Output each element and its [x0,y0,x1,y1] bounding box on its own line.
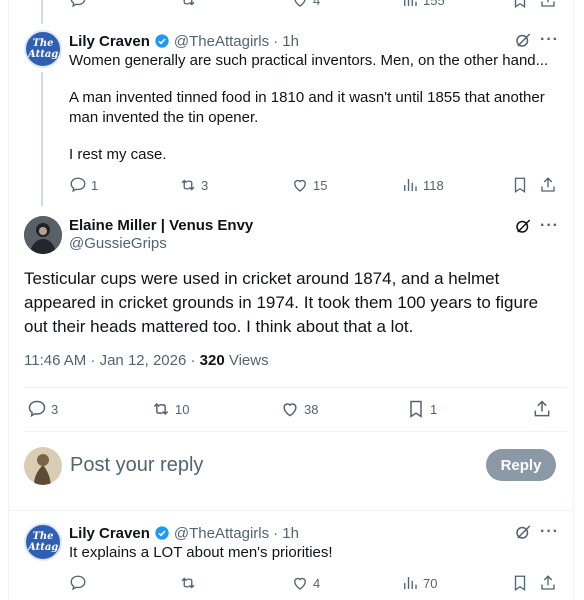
heart-icon [283,403,297,417]
more-options-icon[interactable]: ··· [540,31,559,49]
post-text: A man invented tinned food in 1810 and i… [69,89,545,126]
post-text: It explains a LOT about men's priorities… [69,544,333,561]
top-bookmark-button[interactable] [511,0,533,9]
thread-line [41,0,43,24]
repost-icon [181,179,195,191]
divider [8,510,574,511]
views-count: 320 [199,352,225,369]
like-button[interactable]: 15 [291,176,327,194]
top-reply-button[interactable] [69,0,91,9]
post-text: Women generally are such practical inven… [69,52,549,69]
author-handle[interactable]: @TheAttagirls [174,525,269,542]
top-action-bar: 4 155 [69,0,557,9]
post-timestamp: 11:46 AM · Jan 12, 2026 · 320 Views [24,352,269,369]
reply1-body: Women generally are such practical inven… [69,51,559,165]
share-icon [534,400,550,417]
reply-button[interactable]: 3 [27,399,58,419]
thread-line [41,72,43,206]
avatar[interactable] [24,216,62,254]
grok-icon [516,33,531,47]
top-views-button[interactable]: 155 [401,0,445,9]
repost-icon [183,0,195,6]
top-repost-button[interactable] [179,0,201,9]
repost-icon [181,577,195,589]
like-button[interactable]: 4 [291,574,320,592]
share-button[interactable] [539,574,561,592]
reply-button[interactable]: 1 [69,176,98,194]
heart-icon [294,179,306,192]
repost-button[interactable]: 3 [179,176,208,194]
reply-button[interactable] [69,574,91,592]
post-time[interactable]: · 1h [273,525,299,542]
share-button[interactable] [532,399,556,419]
bookmark-icon [514,0,526,9]
views-button[interactable]: 70 [401,574,437,592]
reply-icon [70,0,86,8]
author-handle[interactable]: @TheAttagirls [174,33,269,50]
heart-icon [294,577,306,590]
bookmark-button[interactable]: 1 [406,399,437,419]
reply1-actions: 1 3 15 118 [69,176,557,196]
verified-badge-icon [155,34,169,48]
share-icon [541,575,555,590]
grok-icon [516,219,531,233]
bookmark-icon [514,575,526,592]
reply2-header: Lily Craven @TheAttagirls · 1h [69,523,299,543]
grok-button[interactable] [514,217,532,240]
timestamp-text[interactable]: 11:46 AM · Jan 12, 2026 · [24,352,200,369]
views-icon [404,577,417,589]
repost-button[interactable]: 10 [151,399,189,419]
author-handle[interactable]: @GussieGrips [69,235,253,252]
divider [24,387,567,388]
share-icon [541,177,555,192]
main-post-text: Testicular cups were used in cricket aro… [24,269,539,336]
reply-button[interactable]: Reply [486,449,556,481]
profile-photo [24,447,62,485]
reply-icon [28,400,46,418]
post-time[interactable]: · 1h [273,33,299,50]
divider [24,431,567,432]
share-button[interactable] [539,176,561,194]
views-icon [404,0,417,6]
verified-badge-icon [155,526,169,540]
more-options-icon[interactable]: ··· [540,523,559,541]
avatar[interactable]: The Attag [24,30,62,68]
repost-button[interactable] [179,574,201,592]
author-name[interactable]: Lily Craven [69,525,150,542]
my-avatar[interactable] [24,447,62,485]
views-label: Views [224,352,269,369]
bookmark-button[interactable] [511,574,533,592]
reply2-actions: 4 70 [69,574,557,594]
share-icon [541,0,555,7]
repost-icon [153,402,169,416]
reply-composer-input[interactable]: Post your reply [70,454,203,477]
top-like-button[interactable]: 4 [291,0,320,9]
like-button[interactable]: 38 [280,399,318,419]
main-post-header: Elaine Miller | Venus Envy @GussieGrips [69,217,253,252]
views-button[interactable]: 118 [401,176,444,194]
reply-icon [70,177,86,193]
post-text: I rest my case. [69,146,167,163]
heart-icon [294,0,306,7]
reply-icon [70,575,86,591]
views-icon [404,179,417,191]
top-share-button[interactable] [539,0,561,9]
bookmark-icon [514,177,526,194]
reply1-header: Lily Craven @TheAttagirls · 1h [69,31,299,51]
author-name[interactable]: Elaine Miller | Venus Envy [69,217,253,234]
grok-icon [516,525,531,539]
bookmark-button[interactable] [511,176,533,194]
bookmark-icon [410,400,422,418]
main-post-actions: 3 10 38 1 [24,398,556,420]
author-name[interactable]: Lily Craven [69,33,150,50]
more-options-icon[interactable]: ··· [540,217,559,235]
profile-photo [24,216,62,254]
avatar[interactable]: The Attag [24,523,62,561]
